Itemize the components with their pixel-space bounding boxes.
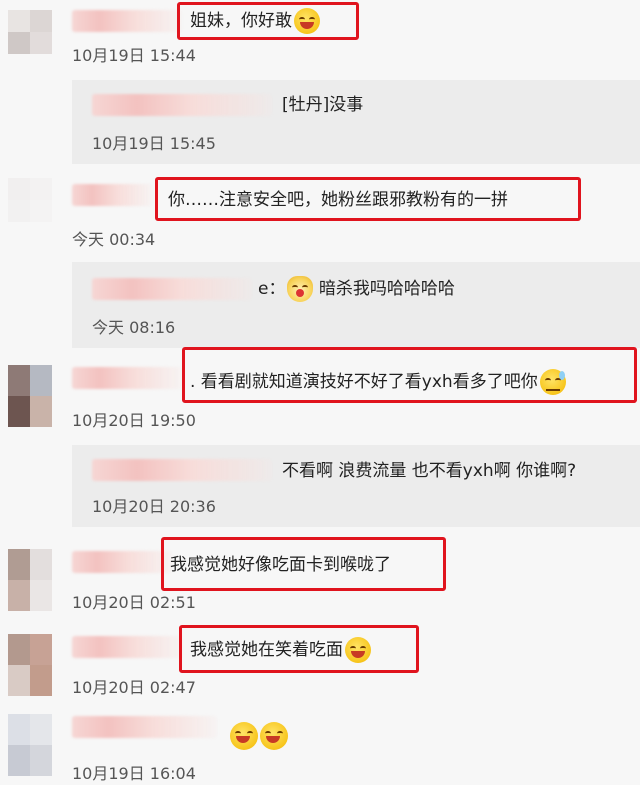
reply-text: e： 暗杀我吗哈哈哈哈 [258, 276, 455, 302]
comment-time: 今天 00:34 [72, 230, 156, 249]
reply-text: 不看啊 浪费流量 也不看yxh啊 你谁啊? [282, 461, 577, 481]
username-blurred[interactable] [92, 94, 272, 116]
comment-text: 我感觉她在笑着吃面 [190, 637, 371, 663]
username-blurred[interactable] [92, 278, 252, 300]
laugh-cry-emoji [294, 8, 320, 34]
username-blurred[interactable] [72, 551, 172, 573]
reply-text: [牡丹]没事 [282, 95, 364, 115]
avatar[interactable] [8, 714, 52, 776]
reply-panel: [牡丹]没事 10月19日 15:45 [72, 80, 640, 164]
username-blurred[interactable] [72, 184, 152, 206]
reply-time: 10月19日 15:45 [92, 134, 216, 153]
username-blurred[interactable] [72, 10, 182, 32]
reply-time: 10月20日 20:36 [92, 497, 216, 516]
grin-emoji [260, 722, 288, 750]
avatar[interactable] [8, 365, 52, 427]
comment-item: . 看看剧就知道演技好不好了看yxh看多了吧你 10月20日 19:50 [0, 355, 640, 435]
comment-item: 10月19日 16:04 [0, 708, 640, 785]
avatar[interactable] [8, 178, 52, 222]
username-blurred[interactable] [72, 636, 182, 658]
comment-time: 10月19日 15:44 [72, 46, 196, 65]
cat-face-emoji [287, 276, 314, 302]
comment-text: 姐妹，你好敢 [190, 8, 320, 34]
reply-time: 今天 08:16 [92, 318, 176, 337]
comment-text: . 看看剧就知道演技好不好了看yxh看多了吧你 [190, 369, 566, 395]
comment-item: 姐妹，你好敢 10月19日 15:44 [0, 0, 640, 70]
comment-item: 我感觉她好像吃面卡到喉咙了 10月20日 02:51 [0, 535, 640, 615]
comment-time: 10月20日 02:47 [72, 678, 196, 697]
username-blurred[interactable] [72, 367, 182, 389]
comment-item: 我感觉她在笑着吃面 10月20日 02:47 [0, 622, 640, 702]
comment-text [228, 722, 288, 750]
username-blurred[interactable] [92, 459, 272, 481]
comment-time: 10月19日 16:04 [72, 764, 196, 783]
laugh-cry-emoji [345, 637, 371, 663]
comment-time: 10月20日 19:50 [72, 411, 196, 430]
comment-item: 你……注意安全吧，她粉丝跟邪教粉有的一拼 今天 00:34 [0, 170, 640, 250]
avatar[interactable] [8, 549, 52, 611]
comment-time: 10月20日 02:51 [72, 593, 196, 612]
grin-emoji [230, 722, 258, 750]
comment-text: 你……注意安全吧，她粉丝跟邪教粉有的一拼 [168, 190, 508, 210]
username-blurred[interactable] [72, 716, 217, 738]
avatar[interactable] [8, 634, 52, 696]
reply-panel: e： 暗杀我吗哈哈哈哈 今天 08:16 [72, 262, 640, 348]
sweat-emoji [539, 369, 566, 395]
avatar[interactable] [8, 10, 52, 54]
comment-text: 我感觉她好像吃面卡到喉咙了 [170, 555, 391, 575]
reply-panel: 不看啊 浪费流量 也不看yxh啊 你谁啊? 10月20日 20:36 [72, 445, 640, 527]
